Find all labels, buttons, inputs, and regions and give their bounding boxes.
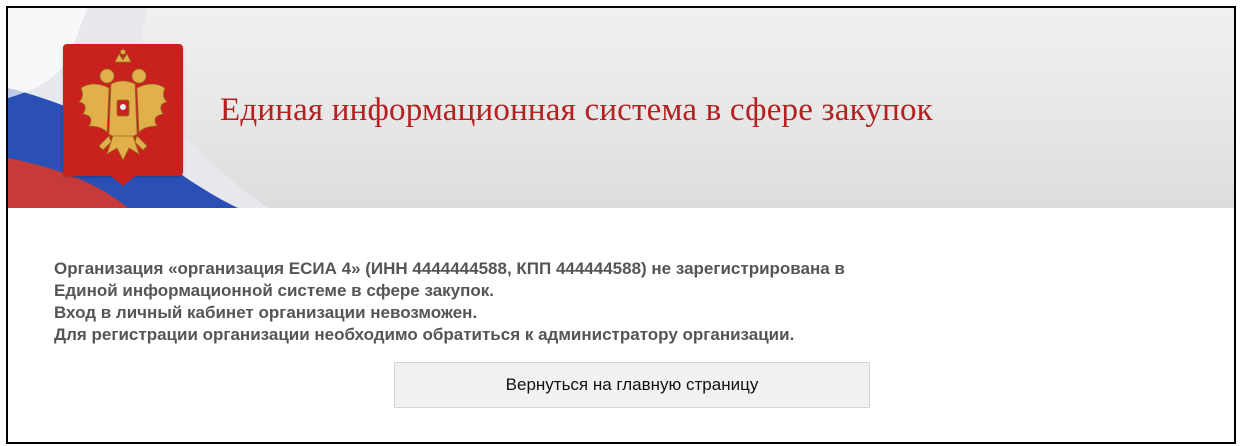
emblem [63,44,183,186]
error-message: Организация «организация ЕСИА 4» (ИНН 44… [54,258,1204,346]
site-title: Единая информационная система в сфере за… [220,92,933,128]
message-line: Вход в личный кабинет организации невозм… [54,303,478,322]
message-line: Единой информационной системе в сфере за… [54,281,494,300]
page-frame: Единая информационная система в сфере за… [6,6,1236,444]
back-to-home-button[interactable]: Вернуться на главную страницу [394,362,870,408]
message-line: Для регистрации организации необходимо о… [54,325,795,344]
header-banner: Единая информационная система в сфере за… [8,8,1234,208]
double-headed-eagle-icon [78,49,168,186]
message-line: Организация «организация ЕСИА 4» (ИНН 44… [54,259,845,278]
